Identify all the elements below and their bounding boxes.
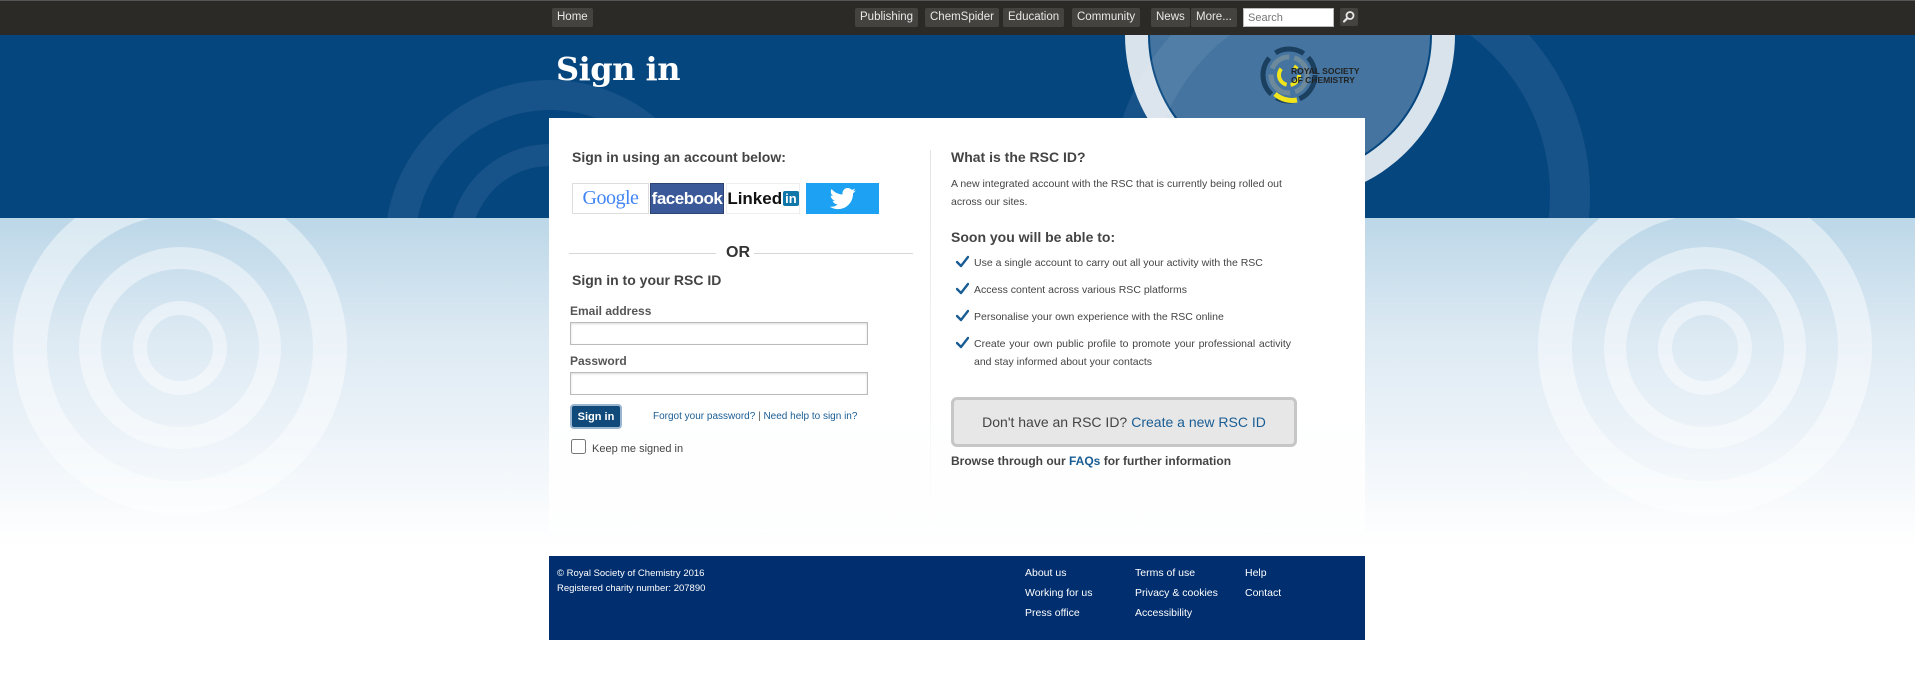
email-label: Email address [570, 304, 652, 318]
twitter-bird-icon [829, 187, 856, 209]
google-logo-text: Google [582, 187, 639, 209]
create-rsc-id-link[interactable]: Create a new RSC ID [1131, 414, 1266, 430]
forgot-password-link[interactable]: Forgot your password? [653, 411, 755, 422]
footer-link-about-us[interactable]: About us [1025, 567, 1066, 579]
what-is-rsc-id-text: A new integrated account with the RSC th… [951, 178, 1282, 208]
faq-prefix: Browse through our [951, 454, 1066, 468]
social-signin-heading: Sign in using an account below: [572, 149, 786, 165]
nav-chemspider[interactable]: ChemSpider [925, 8, 999, 27]
search-button[interactable] [1340, 8, 1358, 26]
feature-text: Use a single account to carry out all yo… [974, 257, 1263, 269]
footer-link-privacy[interactable]: Privacy & cookies [1135, 587, 1218, 599]
logo-wordmark: ROYAL SOCIETY OF CHEMISTRY [1291, 67, 1360, 85]
keep-signed-in-checkbox[interactable] [571, 439, 586, 454]
rsc-signin-heading: Sign in to your RSC ID [572, 272, 722, 288]
footer-link-terms[interactable]: Terms of use [1135, 567, 1195, 579]
nav-publishing[interactable]: Publishing [855, 8, 919, 27]
twitter-signin-button[interactable] [806, 183, 879, 214]
checkmark-icon [956, 255, 969, 268]
or-separator: OR [722, 244, 754, 262]
email-field[interactable] [570, 322, 868, 345]
logo-line-2: OF CHEMISTRY [1291, 75, 1355, 85]
footer-link-help[interactable]: Help [1245, 567, 1267, 579]
link-separator: | [758, 411, 761, 422]
nav-home[interactable]: Home [552, 8, 593, 27]
nav-more[interactable]: More... [1191, 8, 1237, 27]
password-label: Password [570, 354, 627, 368]
signin-button[interactable]: Sign in [570, 404, 622, 429]
faq-line: Browse through our FAQs for further info… [951, 454, 1231, 468]
feature-item: Create your own public profile to promot… [956, 335, 1291, 371]
or-divider-right [751, 253, 913, 254]
feature-item: Use a single account to carry out all yo… [956, 254, 1291, 272]
feature-text: Personalise your own experience with the… [974, 311, 1224, 323]
need-help-link[interactable]: Need help to sign in? [763, 411, 857, 422]
feature-item: Personalise your own experience with the… [956, 308, 1291, 326]
search-icon [1342, 11, 1355, 23]
or-divider-left [569, 253, 716, 254]
search-input[interactable] [1243, 8, 1334, 27]
linkedin-in-badge: in [783, 191, 799, 206]
checkmark-icon [956, 282, 969, 295]
facebook-logo-text: facebook [651, 188, 723, 208]
checkmark-icon [956, 309, 969, 322]
feature-text: Access content across various RSC platfo… [974, 284, 1187, 296]
feature-text: Create your own public profile to promot… [974, 338, 1291, 368]
copyright-text: © Royal Society of Chemistry 2016 [557, 568, 705, 579]
linkedin-signin-button[interactable]: Linked in [726, 183, 800, 214]
page-title: Sign in [556, 50, 680, 88]
linkedin-logo-text: Linked [727, 188, 783, 208]
what-is-rsc-id-heading: What is the RSC ID? [951, 149, 1086, 165]
footer-link-working-for-us[interactable]: Working for us [1025, 587, 1093, 599]
feature-item: Access content across various RSC platfo… [956, 281, 1291, 299]
footer-link-press-office[interactable]: Press office [1025, 607, 1080, 619]
checkmark-icon [956, 336, 969, 349]
column-divider [930, 150, 931, 530]
help-links: Forgot your password? | Need help to sig… [653, 411, 857, 422]
footer-link-accessibility[interactable]: Accessibility [1135, 607, 1192, 619]
google-signin-button[interactable]: Google [572, 183, 649, 214]
soon-heading: Soon you will be able to: [951, 229, 1116, 245]
nav-community[interactable]: Community [1072, 8, 1141, 27]
password-field[interactable] [570, 372, 868, 395]
no-rsc-id-text: Don't have an RSC ID? [982, 414, 1128, 430]
keep-signed-in-label: Keep me signed in [592, 443, 684, 455]
top-navigation-bar: Home Publishing ChemSpider Education Com… [0, 0, 1915, 35]
facebook-signin-button[interactable]: facebook [650, 183, 724, 214]
nav-education[interactable]: Education [1003, 8, 1065, 27]
nav-news[interactable]: News [1151, 8, 1190, 27]
footer-legal: © Royal Society of Chemistry 2016 Regist… [557, 566, 705, 596]
charity-number-text: Registered charity number: 207890 [557, 583, 706, 594]
faqs-link[interactable]: FAQs [1069, 454, 1100, 468]
faq-suffix: for further information [1103, 454, 1232, 468]
footer-link-contact[interactable]: Contact [1245, 587, 1281, 599]
create-account-box: Don't have an RSC ID? Create a new RSC I… [951, 397, 1297, 447]
